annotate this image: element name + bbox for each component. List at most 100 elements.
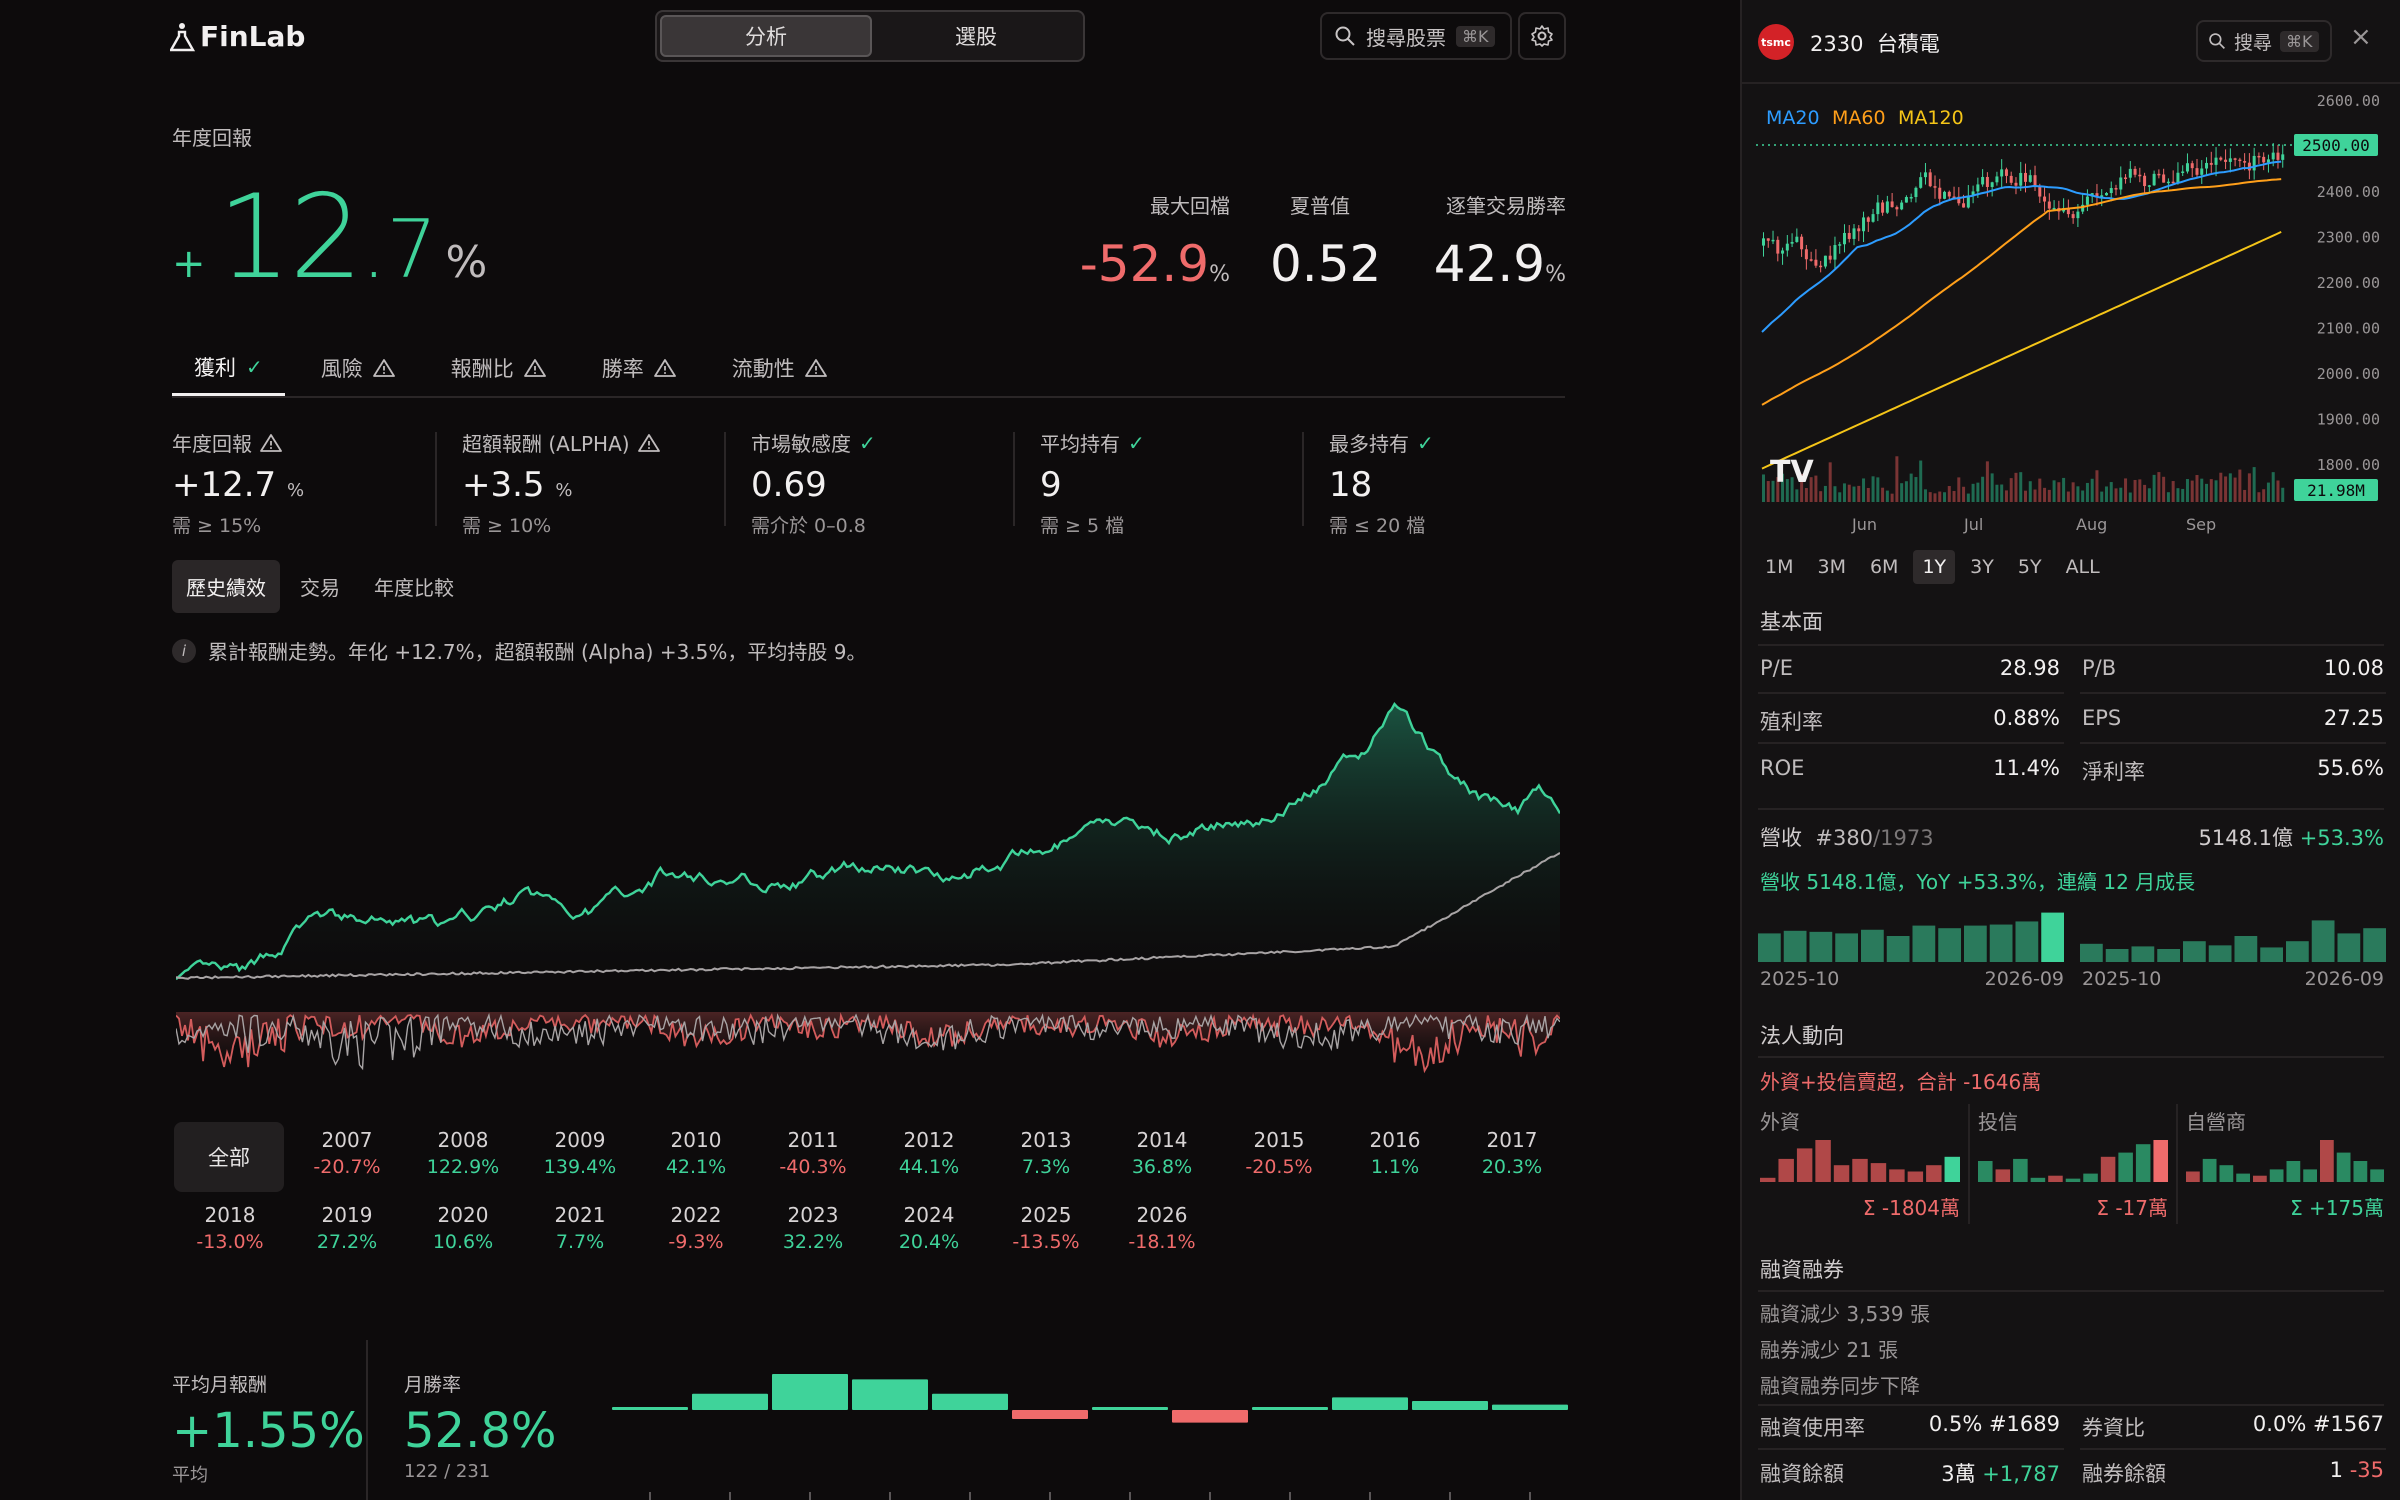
range-6m[interactable]: 6M (1861, 550, 1907, 584)
revenue-bar (1989, 924, 2013, 962)
gear-icon (1531, 25, 1553, 47)
candle-body (1857, 228, 1861, 232)
year-cell[interactable]: 2020 10.6% (405, 1203, 521, 1253)
finlab-logo[interactable]: FinLab (170, 20, 305, 53)
subtab-trades[interactable]: 交易 (286, 560, 354, 613)
year-cell[interactable]: 2009 139.4% (522, 1128, 638, 1178)
range-all[interactable]: ALL (2057, 550, 2109, 584)
year-cell[interactable]: 2015 -20.5% (1221, 1128, 1337, 1178)
range-3m[interactable]: 3M (1808, 550, 1854, 584)
fund-label: 殖利率 (1760, 710, 1823, 734)
monthly-bar (852, 1379, 928, 1410)
year-cell[interactable]: 2017 20.3% (1454, 1128, 1570, 1178)
year-cell[interactable]: 2008 122.9% (405, 1128, 521, 1178)
candle-body (1990, 182, 1994, 187)
warning-icon (523, 359, 546, 377)
candle-body (2257, 155, 2261, 158)
year-cell[interactable]: 2023 32.2% (755, 1203, 871, 1253)
year-cell[interactable]: 2014 36.8% (1104, 1128, 1220, 1178)
price-tag-text: 2500.00 (2302, 136, 2369, 155)
divider (1758, 644, 2384, 646)
candle-body (1814, 259, 1818, 266)
margin-title: 融資融券 (1760, 1258, 1844, 1282)
year-label: 2020 (437, 1203, 489, 1227)
year-cell[interactable]: 2021 7.7% (522, 1203, 638, 1253)
price-tick: 2100.00 (2317, 320, 2380, 338)
year-cell[interactable]: 2011 -40.3% (755, 1128, 871, 1178)
year-cell[interactable]: 2013 7.3% (988, 1128, 1104, 1178)
year-cell[interactable]: 2007 -20.7% (289, 1128, 405, 1178)
metric-requirement: 需 ≥ 10% (462, 515, 552, 537)
info-text: 累計報酬走勢。年化 +12.7%，超額報酬 (Alpha) +3.5%，平均持股… (208, 640, 867, 664)
year-label: 2015 (1253, 1128, 1305, 1152)
range-1m[interactable]: 1M (1756, 550, 1802, 584)
year-cell[interactable]: 2024 20.4% (871, 1203, 987, 1253)
institution-bars (1978, 1140, 2168, 1182)
tab-profit[interactable]: 獲利 ✓ (172, 340, 285, 396)
stat-sub: 122 / 231 (404, 1461, 491, 1482)
year-cell[interactable]: 2022 -9.3% (638, 1203, 754, 1253)
revenue-bar (2105, 949, 2129, 962)
institution-bar (2118, 1152, 2133, 1182)
range-5y[interactable]: 5Y (2009, 550, 2051, 584)
check-icon: ✓ (246, 354, 263, 379)
volume-bar (2124, 478, 2128, 502)
subtab-history[interactable]: 歷史績效 (172, 560, 280, 613)
revenue-bar (1912, 925, 1936, 962)
warning-icon (260, 433, 282, 452)
revenue-rank: #380 (1815, 826, 1874, 850)
year-filter-all[interactable]: 全部 (174, 1122, 284, 1192)
stat-value: 52.8% (404, 1403, 557, 1459)
volume-bar (1952, 490, 1956, 502)
tab-risk[interactable]: 風險 (301, 340, 415, 396)
monthly-bar (1332, 1397, 1408, 1410)
subtab-yearly-compare[interactable]: 年度比較 (360, 560, 468, 613)
year-cell[interactable]: 2010 42.1% (638, 1128, 754, 1178)
year-return: -9.3% (668, 1231, 724, 1253)
tab-liquidity[interactable]: 流動性 (712, 340, 847, 396)
margin-label: 券資比 (2082, 1416, 2145, 1440)
year-cell[interactable]: 2016 1.1% (1337, 1128, 1453, 1178)
range-3y[interactable]: 3Y (1961, 550, 2003, 584)
seg-analysis[interactable]: 分析 (660, 15, 872, 57)
volume-bar (1914, 477, 1918, 502)
tab-reward-ratio[interactable]: 報酬比 (431, 340, 566, 396)
candle-body (2109, 188, 2113, 194)
fund-label: P/B (2082, 656, 2117, 680)
year-cell[interactable]: 2019 27.2% (289, 1203, 405, 1253)
institution-bar (2013, 1158, 2028, 1182)
volume-bar (2047, 489, 2051, 502)
candle-body (1785, 243, 1789, 251)
settings-button[interactable] (1518, 12, 1566, 60)
chart-info-note: i 累計報酬走勢。年化 +12.7%，超額報酬 (Alpha) +3.5%，平均… (172, 636, 867, 665)
range-1y[interactable]: 1Y (1913, 550, 1956, 584)
year-cell[interactable]: 2018 -13.0% (172, 1203, 288, 1253)
metric-value: +12.7 (172, 465, 277, 505)
close-icon[interactable]: × (2350, 22, 2372, 52)
candle-body (2124, 177, 2128, 179)
margin-value: 3萬 (1941, 1462, 1976, 1486)
revenue-bar (2260, 947, 2283, 962)
revenue-bar (1886, 936, 1910, 962)
candle-body (2209, 162, 2213, 165)
candle-body (2043, 196, 2047, 202)
stock-search-button[interactable]: 搜尋股票 ⌘K (1320, 12, 1512, 60)
stat-label: 平均月報酬 (172, 1374, 268, 1396)
candle-body (1995, 176, 1999, 183)
year-cell[interactable]: 2026 -18.1% (1104, 1203, 1220, 1253)
metric-title: 年度回報 (172, 432, 252, 456)
institution-bar (2320, 1140, 2334, 1182)
year-cell[interactable]: 2012 44.1% (871, 1128, 987, 1178)
year-cell[interactable]: 2025 -13.5% (988, 1203, 1104, 1253)
fund-value: 10.08 (2323, 656, 2384, 680)
candle-body (1943, 191, 1947, 199)
tab-win-rate[interactable]: 勝率 (582, 340, 696, 396)
revenue-bar (1835, 933, 1858, 962)
volume-bar (1947, 486, 1951, 502)
volume-bar (1885, 490, 1889, 502)
panel-search-button[interactable]: 搜尋 ⌘K (2196, 20, 2332, 62)
candle-body (1819, 265, 1823, 268)
divider (1013, 432, 1015, 526)
seg-stock-picker[interactable]: 選股 (872, 15, 1080, 57)
volume-bar (2209, 479, 2213, 502)
